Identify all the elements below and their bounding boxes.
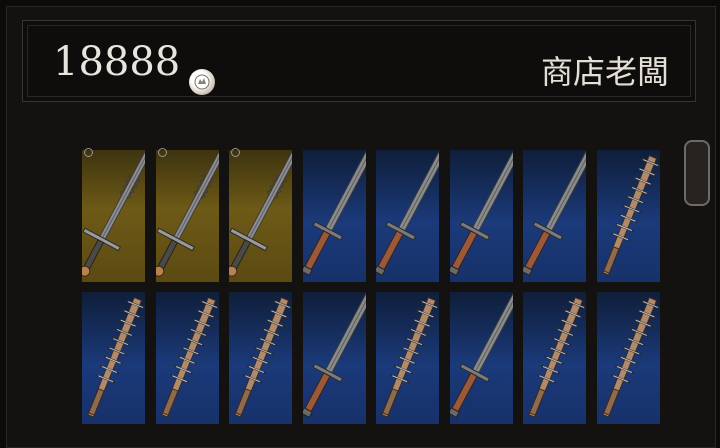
inventory-slot-broadsword[interactable] xyxy=(450,150,513,282)
equipped-marker-icon xyxy=(158,148,167,157)
inventory-slot-spiked-club[interactable] xyxy=(597,292,660,424)
inventory-slot-zweihander[interactable] xyxy=(229,150,292,282)
spiked-club-icon xyxy=(87,296,145,418)
broadsword-icon xyxy=(303,292,366,419)
inventory-slot-broadsword[interactable] xyxy=(303,150,366,282)
zweihander-icon xyxy=(229,150,292,277)
spiked-club-icon xyxy=(602,296,660,418)
broadsword-icon xyxy=(450,292,513,419)
inventory-slot-zweihander[interactable] xyxy=(156,150,219,282)
inventory-slot-broadsword[interactable] xyxy=(450,292,513,424)
spiked-club-icon xyxy=(234,296,292,418)
inventory-slot-spiked-club[interactable] xyxy=(523,292,586,424)
inventory-slot-spiked-club[interactable] xyxy=(597,150,660,282)
inventory-slot-spiked-club[interactable] xyxy=(376,292,439,424)
inventory-grid xyxy=(0,0,720,435)
zweihander-icon xyxy=(156,150,219,277)
broadsword-icon xyxy=(376,150,439,277)
spiked-club-icon xyxy=(381,296,439,418)
inventory-slot-spiked-club[interactable] xyxy=(82,292,145,424)
inventory-slot-spiked-club[interactable] xyxy=(229,292,292,424)
zweihander-icon xyxy=(82,150,145,277)
spiked-club-icon xyxy=(602,154,660,276)
spiked-club-icon xyxy=(161,296,219,418)
broadsword-icon xyxy=(303,150,366,277)
equipped-marker-icon xyxy=(231,148,240,157)
broadsword-icon xyxy=(523,150,586,277)
equipped-marker-icon xyxy=(84,148,93,157)
inventory-slot-zweihander[interactable] xyxy=(82,150,145,282)
broadsword-icon xyxy=(450,150,513,277)
spiked-club-icon xyxy=(528,296,586,418)
inventory-slot-spiked-club[interactable] xyxy=(156,292,219,424)
inventory-slot-broadsword[interactable] xyxy=(376,150,439,282)
inventory-slot-broadsword[interactable] xyxy=(523,150,586,282)
inventory-slot-broadsword[interactable] xyxy=(303,292,366,424)
